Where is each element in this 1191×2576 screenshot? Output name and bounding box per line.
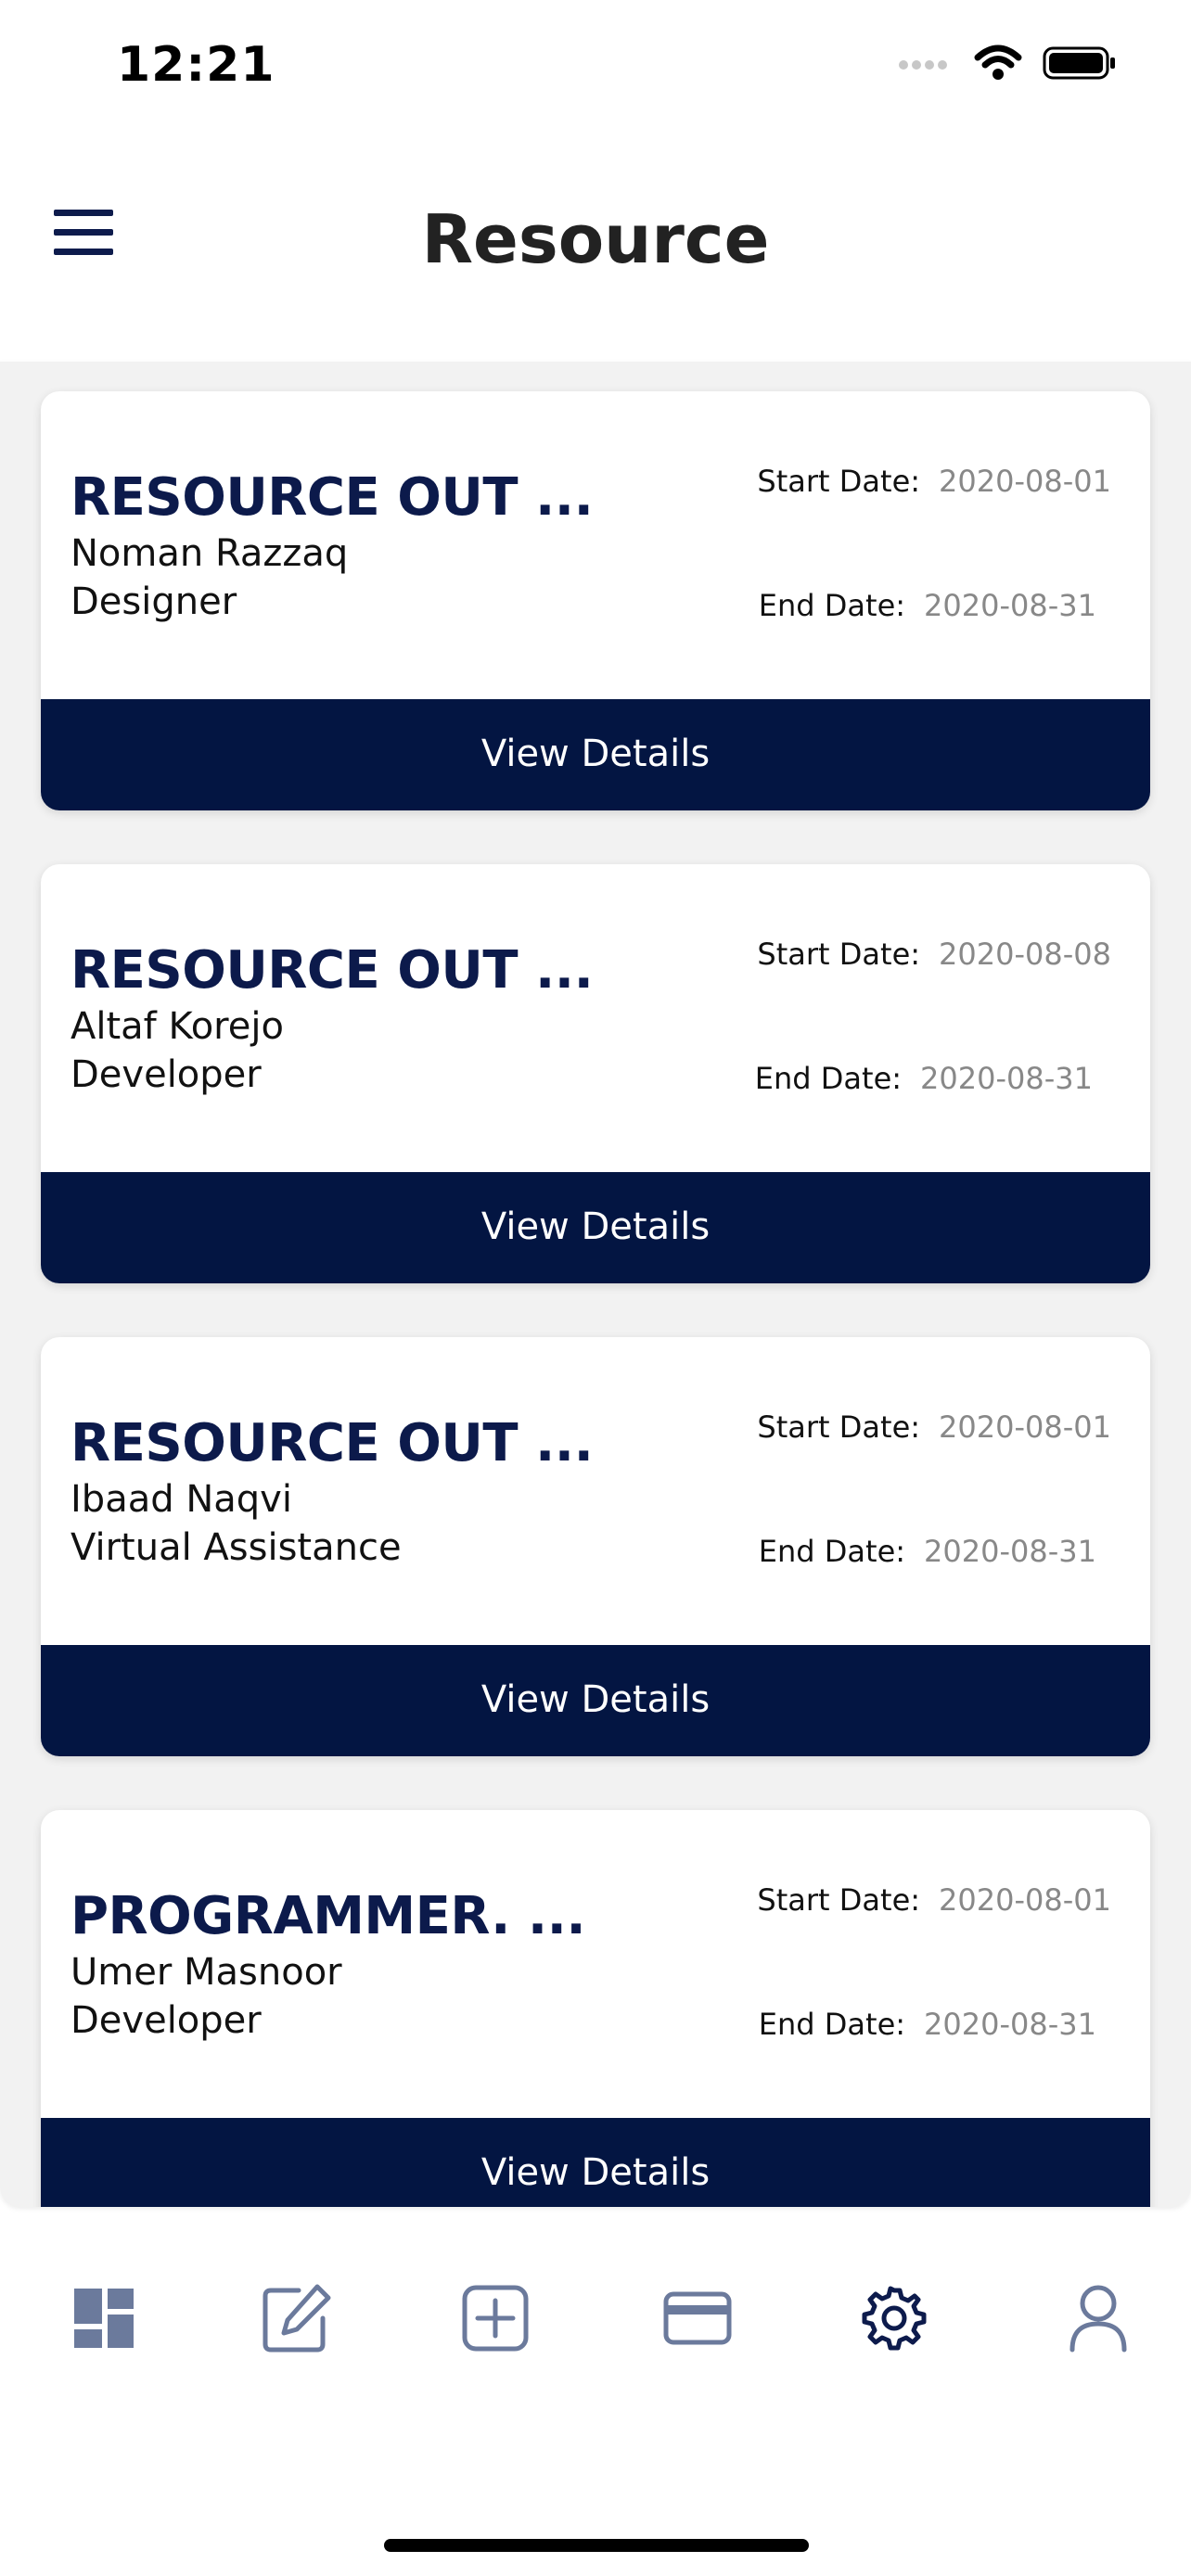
status-time: 12:21 [117,37,275,93]
gear-icon [862,2286,927,2351]
start-date-value: 2020-08-08 [939,937,1111,972]
resource-list[interactable]: RESOURCE OUT ... Noman Razzaq Designer S… [0,362,1191,2207]
battery-icon [1043,46,1115,80]
resource-card: PROGRAMMER. ... Umer Masnoor Developer S… [41,1810,1150,2207]
card-person-name: Noman Razzaq [70,532,349,575]
card-person-name: Altaf Korejo [70,1005,284,1048]
start-date-label: Start Date: [757,1882,921,1918]
start-date-row: Start Date: 2020-08-01 [757,464,1111,499]
home-indicator [384,2539,809,2552]
card-icon [663,2291,732,2345]
start-date-row: Start Date: 2020-08-01 [757,1882,1111,1918]
edit-icon [263,2284,331,2353]
card-title: RESOURCE OUT ... [70,1413,594,1473]
end-date-label: End Date: [758,1534,906,1569]
view-details-button[interactable]: View Details [41,2118,1150,2207]
tab-bar [0,2235,1191,2392]
cellular-signal-icon [899,60,947,70]
end-date-value: 2020-08-31 [924,588,1096,623]
header: Resource [0,139,1191,336]
card-role: Developer [70,1999,262,2042]
card-title: RESOURCE OUT ... [70,467,594,528]
end-date-row: End Date: 2020-08-31 [759,588,1096,623]
card-title: PROGRAMMER. ... [70,1886,586,1946]
tab-edit[interactable] [260,2281,334,2355]
end-date-value: 2020-08-31 [924,2007,1096,2042]
card-title: RESOURCE OUT ... [70,940,594,1001]
end-date-value: 2020-08-31 [920,1061,1093,1096]
end-date-value: 2020-08-31 [924,1534,1096,1569]
view-details-button[interactable]: View Details [41,1645,1150,1756]
end-date-label: End Date: [758,588,906,623]
start-date-value: 2020-08-01 [939,1409,1111,1445]
end-date-row: End Date: 2020-08-31 [755,1061,1093,1096]
dashboard-icon [74,2289,134,2348]
start-date-row: Start Date: 2020-08-01 [757,1409,1111,1445]
end-date-row: End Date: 2020-08-31 [759,2007,1096,2042]
card-person-name: Umer Masnoor [70,1951,342,1994]
resource-card: RESOURCE OUT ... Noman Razzaq Designer S… [41,391,1150,810]
add-icon [462,2285,529,2352]
end-date-row: End Date: 2020-08-31 [759,1534,1096,1569]
view-details-button[interactable]: View Details [41,1172,1150,1283]
start-date-label: Start Date: [757,937,921,972]
resource-card: RESOURCE OUT ... Ibaad Naqvi Virtual Ass… [41,1337,1150,1756]
tab-profile[interactable] [1061,2281,1135,2355]
card-person-name: Ibaad Naqvi [70,1478,292,1521]
start-date-row: Start Date: 2020-08-08 [757,937,1111,972]
start-date-label: Start Date: [757,1409,921,1445]
status-icons [898,45,1117,82]
tab-payments[interactable] [660,2281,735,2355]
wifi-icon [974,45,1022,80]
card-role: Developer [70,1053,262,1096]
card-role: Virtual Assistance [70,1526,402,1569]
view-details-button[interactable]: View Details [41,699,1150,810]
status-bar: 12:21 [0,0,1191,139]
end-date-label: End Date: [758,2007,906,2042]
resource-card: RESOURCE OUT ... Altaf Korejo Developer … [41,864,1150,1283]
tab-add[interactable] [458,2281,532,2355]
start-date-label: Start Date: [757,464,921,499]
start-date-value: 2020-08-01 [939,1882,1111,1918]
user-icon [1069,2285,1127,2353]
tab-dashboard[interactable] [67,2281,141,2355]
start-date-value: 2020-08-01 [939,464,1111,499]
card-role: Designer [70,580,237,623]
end-date-label: End Date: [754,1061,903,1096]
tab-settings[interactable] [857,2281,931,2355]
page-title: Resource [421,200,770,278]
